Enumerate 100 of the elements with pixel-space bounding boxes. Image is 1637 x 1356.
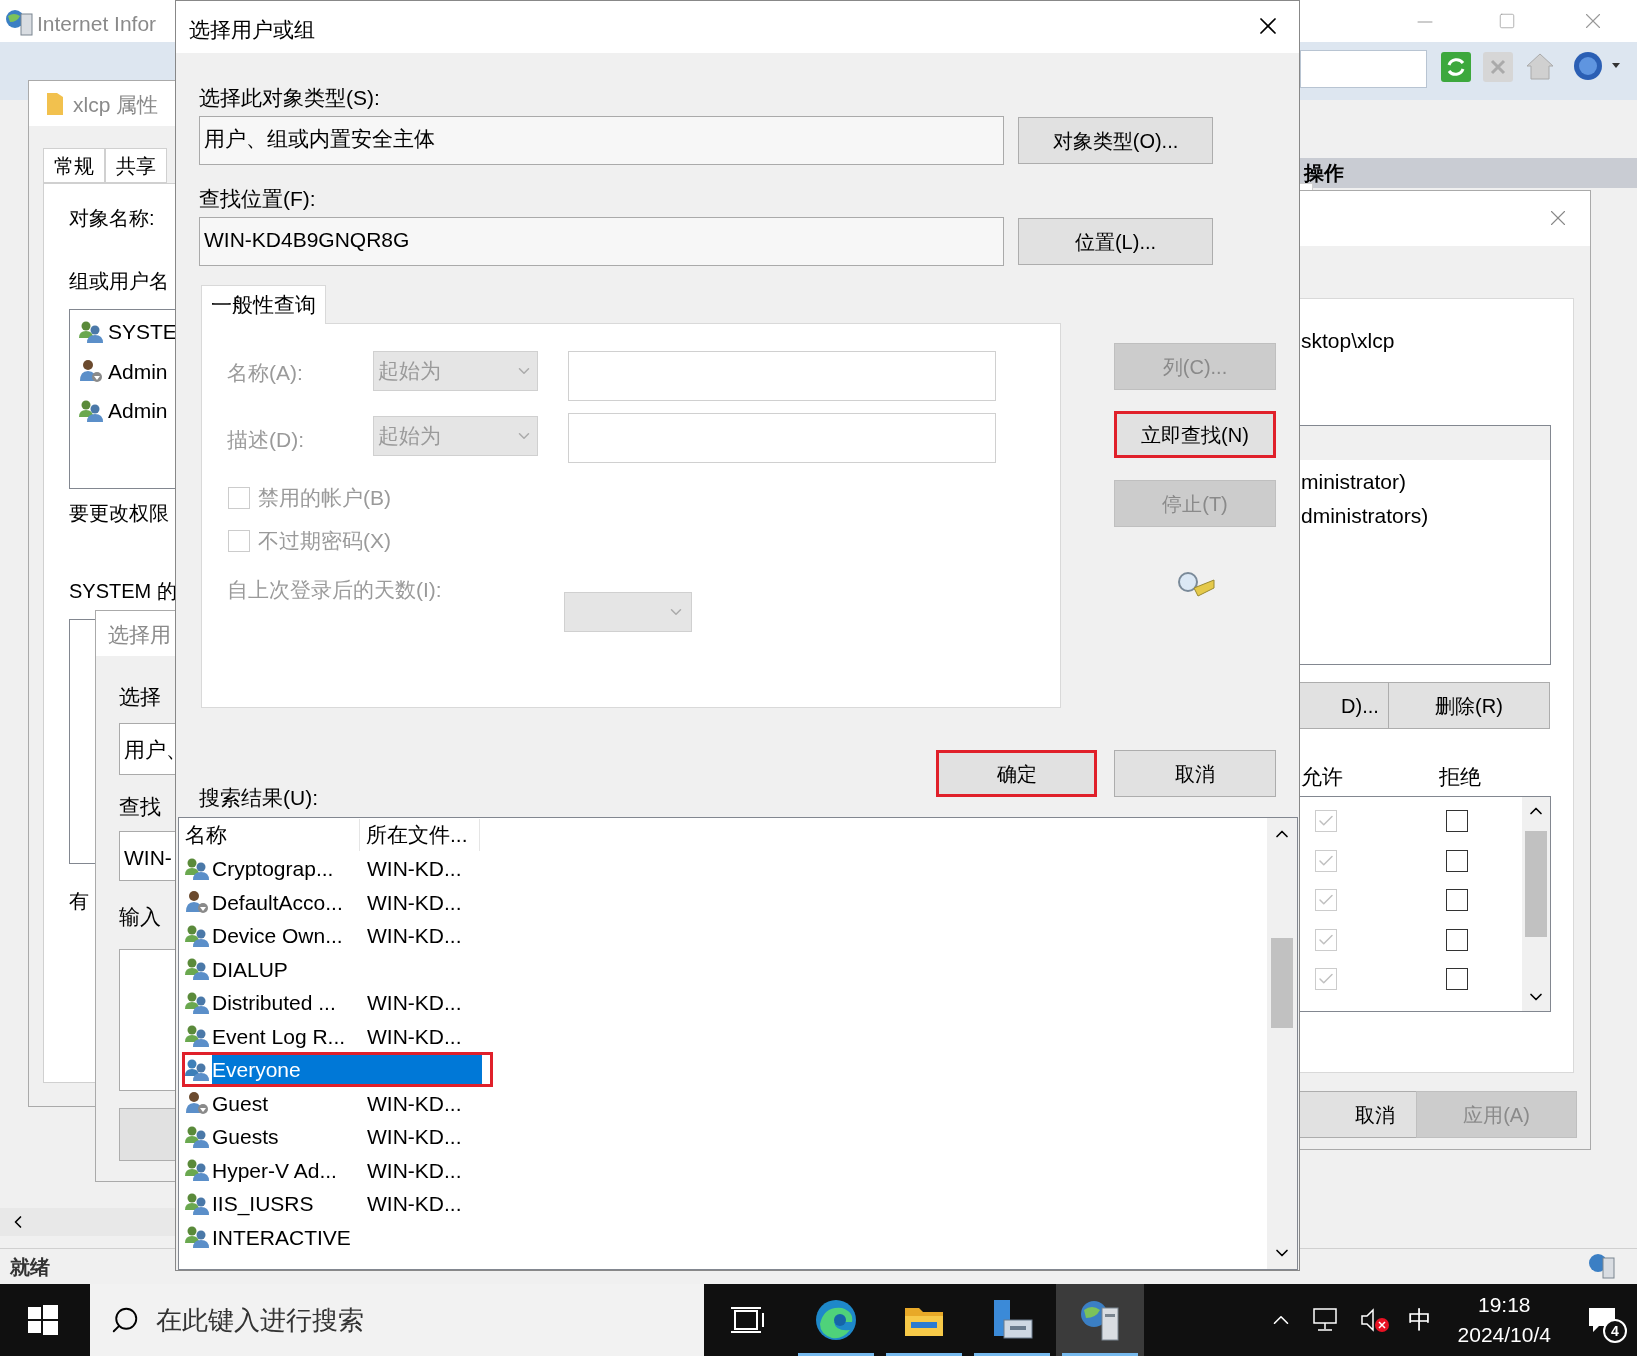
field-label: 描述(D): (227, 427, 304, 453)
deny-checkbox[interactable] (1446, 968, 1468, 990)
result-row[interactable]: DIALUP (212, 953, 482, 985)
list-item[interactable]: Admin (108, 355, 168, 387)
user-group-icon (184, 990, 210, 1015)
table-cell-text: WIN-KD... (367, 889, 462, 916)
ok-button[interactable]: 确定 (936, 750, 1097, 797)
locations-button[interactable]: 位置(L)... (1018, 218, 1213, 265)
table-cell-text: WIN-KD... (367, 1124, 462, 1150)
result-row[interactable]: Distributed ... WIN-KD... (212, 987, 482, 1019)
table-cell-text: Everyone (212, 1057, 302, 1083)
user-group-icon (184, 1124, 210, 1149)
table-cell-text: WIN-KD... (367, 990, 462, 1016)
result-row[interactable]: Hyper-V Ad... WIN-KD... (212, 1154, 482, 1186)
deny-checkbox[interactable] (1446, 849, 1468, 872)
user-group-icon (78, 398, 104, 423)
user-icon (184, 1091, 210, 1116)
location-field[interactable]: WIN-KD4B9GNQR8G (199, 217, 1004, 266)
task-view-icon (731, 1305, 765, 1335)
name-field[interactable] (568, 351, 996, 401)
table-cell-text: Cryptograp... (212, 856, 335, 882)
table-cell-text: Device Own... (212, 923, 344, 949)
list-item[interactable]: ministrator) (1301, 466, 1406, 498)
user-group-icon (78, 319, 104, 344)
table-cell-text: Guests (212, 1124, 280, 1150)
table-cell-text: DefaultAcco... (212, 889, 344, 916)
table-cell-text: Guest (212, 1090, 270, 1117)
result-row[interactable]: Guests WIN-KD... (212, 1121, 482, 1153)
checkbox-label: 不过期密码(X) (258, 528, 391, 554)
dialog-title: 选择用户或组 (189, 17, 315, 43)
help-icon[interactable] (1572, 50, 1622, 82)
deny-checkbox[interactable] (1446, 928, 1468, 951)
deny-checkbox[interactable] (1446, 810, 1468, 832)
globe-server-icon (1078, 1298, 1122, 1342)
window-title: 选择用 (108, 622, 171, 648)
query-button[interactable]: 立即查找(N) (1114, 411, 1276, 458)
column-header: 允许 (1301, 764, 1343, 790)
clock[interactable]: 19:18 2024/10/4 (1449, 1290, 1559, 1350)
list-item[interactable]: SYSTE (108, 316, 177, 348)
list-item[interactable]: dministrators) (1301, 500, 1429, 532)
table-cell-text: DIALUP (212, 956, 289, 983)
field-label: 名称(A): (227, 360, 303, 386)
notification-button[interactable]: 4 (1577, 1295, 1627, 1345)
table-cell-text: WIN-KD... (367, 1023, 462, 1050)
results-label: 搜索结果(U): (199, 785, 318, 811)
cancel-button[interactable]: 取消 (1114, 750, 1276, 797)
user-group-icon (184, 957, 210, 982)
field-label: 查找位置(F): (199, 186, 316, 212)
result-row[interactable]: IIS_IUSRS WIN-KD... (212, 1188, 482, 1220)
header-title: 操作 (1302, 161, 1344, 186)
table-cell-text: Hyper-V Ad... (212, 1157, 338, 1184)
user-group-icon (184, 923, 210, 948)
search-placeholder: 在此键入进行搜索 (156, 1303, 364, 1337)
search-icon (110, 1305, 140, 1335)
hint-text: 要更改权限 (69, 501, 169, 526)
status-text: 就绪 (10, 1255, 50, 1280)
taskbar-app[interactable] (1056, 1284, 1144, 1356)
remove-button[interactable]: 删除(R) (1388, 682, 1550, 729)
field-label: 查找 (119, 794, 161, 820)
deny-checkbox[interactable] (1446, 889, 1468, 911)
refresh-icon[interactable] (1441, 52, 1471, 82)
object-types-button[interactable]: 对象类型(O)... (1018, 117, 1213, 164)
table-cell-text: WIN-KD... (367, 923, 462, 949)
column-header[interactable]: 所在文件... (360, 819, 480, 851)
result-row[interactable]: Guest WIN-KD... (212, 1087, 482, 1119)
field-label: 对象名称: (69, 206, 155, 231)
table-cell-text: Event Log R... (212, 1023, 347, 1050)
table-cell-text: IIS_IUSRS (212, 1191, 315, 1218)
table-cell-text: Distributed ... (212, 990, 337, 1016)
tab[interactable]: 一般性查询 (201, 285, 326, 324)
result-row[interactable]: Cryptograp... WIN-KD... (212, 853, 482, 885)
user-group-icon (184, 1158, 210, 1183)
hint-text: 有 (69, 889, 89, 914)
date-text: 2024/10/4 (1457, 1322, 1551, 1348)
field-label: 组或用户名 (69, 269, 169, 294)
user-group-icon (184, 1057, 210, 1082)
address-field[interactable] (1300, 50, 1427, 88)
user-group-icon (184, 1191, 210, 1216)
volume-muted-icon[interactable] (1359, 1306, 1390, 1334)
windows-start-icon[interactable] (28, 1305, 58, 1335)
table-cell-text: WIN-KD... (367, 1090, 462, 1117)
result-row[interactable]: Device Own... WIN-KD... (212, 920, 482, 952)
object-name: sktop\xlcp (1301, 328, 1395, 354)
column-header[interactable]: 名称 (179, 819, 360, 851)
column-header: 拒绝 (1439, 764, 1481, 790)
description-field[interactable] (568, 413, 996, 463)
checkbox-label: 禁用的帐户(B) (258, 485, 391, 511)
field-label: 选择此对象类型(S): (199, 85, 380, 111)
result-row[interactable]: DefaultAcco... WIN-KD... (212, 886, 482, 918)
search-field[interactable]: 在此键入进行搜索 (90, 1284, 704, 1356)
folder-icon (45, 91, 65, 117)
user-icon (78, 359, 104, 384)
object-type-field[interactable]: 用户、组或内置安全主体 (199, 116, 1004, 165)
result-row[interactable]: Event Log R... WIN-KD... (212, 1020, 482, 1052)
tab[interactable]: 共享 (105, 148, 167, 183)
list-item[interactable]: Admin (108, 395, 168, 427)
table-cell-text: WIN-KD... (367, 1191, 462, 1217)
tab[interactable]: 常规 (43, 148, 105, 183)
result-row[interactable]: INTERACTIVE (212, 1221, 482, 1253)
input-method-indicator[interactable]: 中 (1407, 1302, 1432, 1338)
